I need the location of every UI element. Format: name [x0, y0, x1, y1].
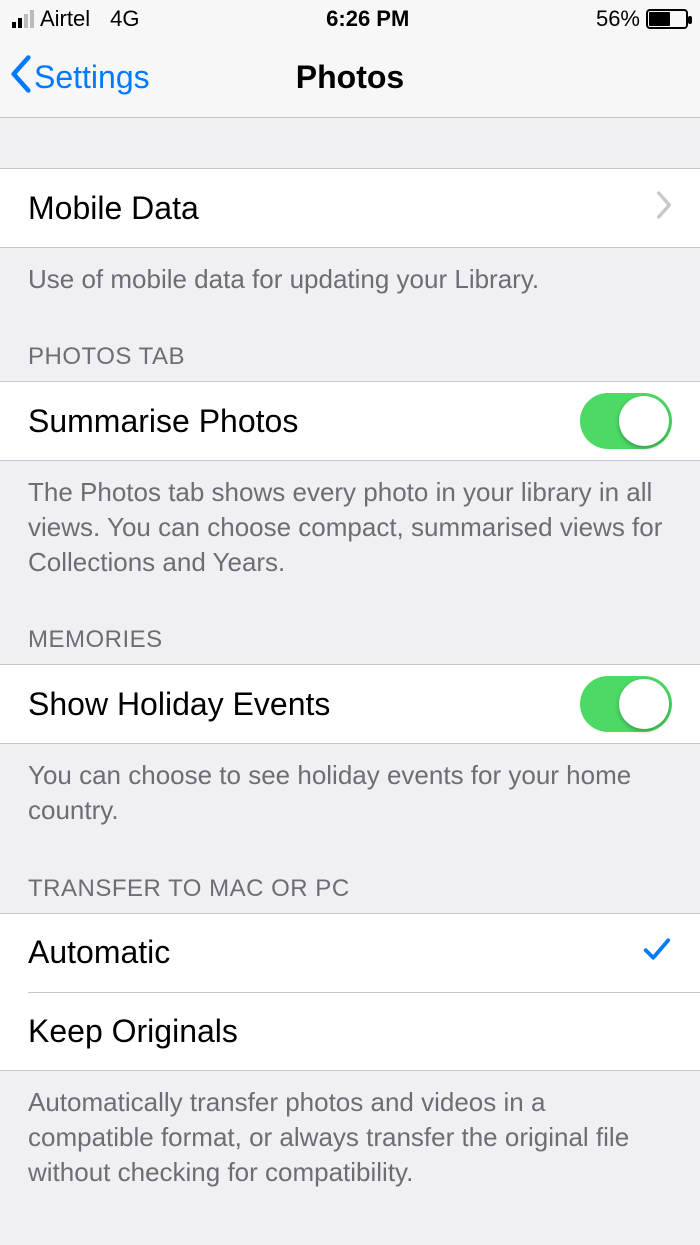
summarise-photos-toggle[interactable] [580, 393, 672, 449]
summarise-photos-row: Summarise Photos [0, 382, 700, 460]
photos-tab-group: Summarise Photos [0, 381, 700, 461]
show-holiday-events-toggle[interactable] [580, 676, 672, 732]
photos-tab-header: PHOTOS TAB [0, 309, 700, 381]
show-holiday-events-row: Show Holiday Events [0, 665, 700, 743]
transfer-footer: Automatically transfer photos and videos… [0, 1071, 700, 1202]
show-holiday-events-label: Show Holiday Events [28, 686, 330, 723]
summarise-photos-label: Summarise Photos [28, 403, 298, 440]
status-bar: Airtel 4G 6:26 PM 56% [0, 0, 700, 38]
battery-percent-label: 56% [596, 6, 640, 32]
carrier-label: Airtel [40, 6, 90, 32]
mobile-data-row[interactable]: Mobile Data [0, 169, 700, 247]
transfer-automatic-row[interactable]: Automatic [0, 914, 700, 992]
back-label: Settings [34, 59, 150, 96]
transfer-keep-originals-label: Keep Originals [28, 1013, 238, 1050]
transfer-header: TRANSFER TO MAC OR PC [0, 841, 700, 913]
transfer-keep-originals-row[interactable]: Keep Originals [28, 992, 700, 1070]
transfer-group: Automatic Keep Originals [0, 913, 700, 1071]
mobile-data-group: Mobile Data [0, 168, 700, 248]
memories-group: Show Holiday Events [0, 664, 700, 744]
mobile-data-footer: Use of mobile data for updating your Lib… [0, 248, 700, 309]
network-label: 4G [110, 6, 139, 32]
nav-bar: Settings Photos [0, 38, 700, 118]
memories-footer: You can choose to see holiday events for… [0, 744, 700, 840]
clock-label: 6:26 PM [326, 6, 409, 32]
mobile-data-label: Mobile Data [28, 190, 199, 227]
battery-icon [646, 9, 688, 29]
signal-icon [12, 10, 34, 28]
photos-tab-footer: The Photos tab shows every photo in your… [0, 461, 700, 592]
chevron-left-icon [10, 55, 32, 101]
chevron-right-icon [656, 190, 672, 227]
back-button[interactable]: Settings [10, 55, 150, 101]
memories-header: MEMORIES [0, 592, 700, 664]
checkmark-icon [642, 934, 672, 972]
transfer-automatic-label: Automatic [28, 934, 170, 971]
